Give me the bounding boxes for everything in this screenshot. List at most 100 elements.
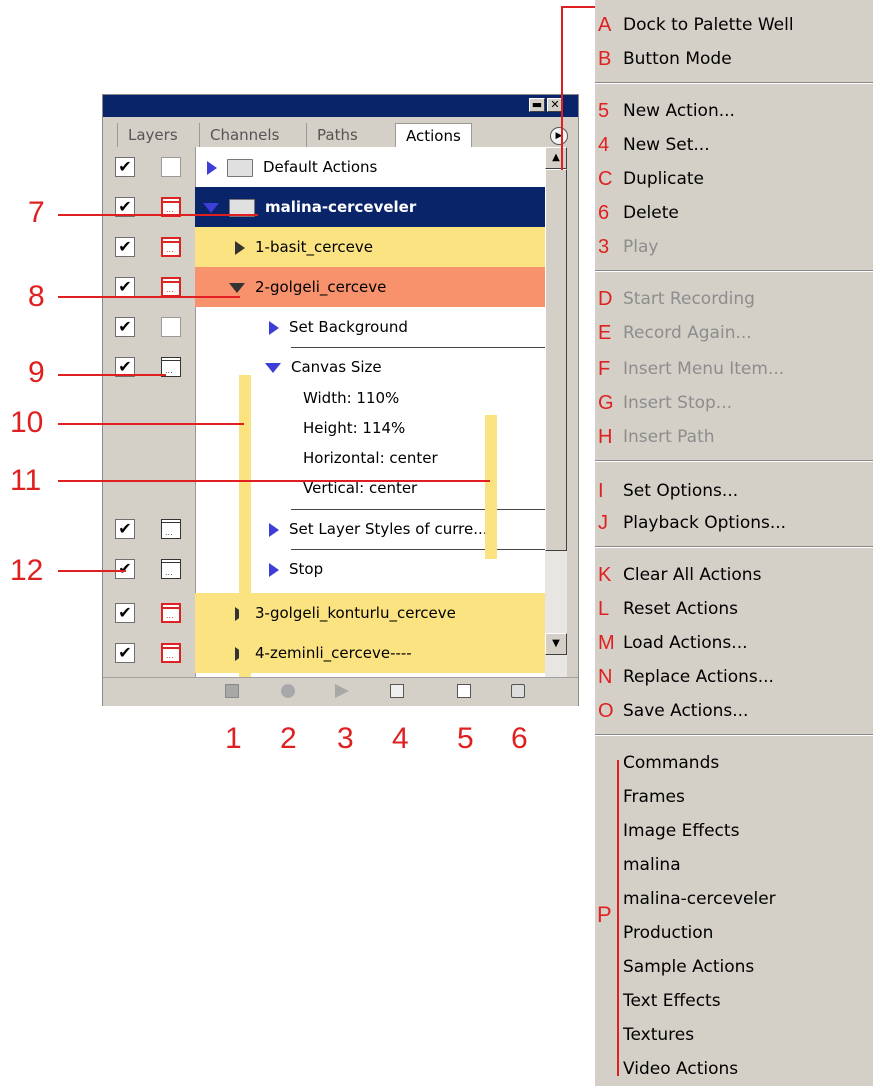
palette-bottom-toolbar bbox=[103, 677, 578, 706]
tab-layers[interactable]: Layers bbox=[117, 123, 188, 147]
action-set-default[interactable]: ✔ Default Actions bbox=[103, 147, 545, 187]
new-set-icon[interactable] bbox=[390, 684, 404, 698]
tab-channels[interactable]: Channels bbox=[199, 123, 289, 147]
action-set-malina[interactable]: ✔ ... malina-cerceveler bbox=[103, 187, 545, 227]
stop-icon[interactable] bbox=[225, 684, 239, 698]
menu-set-item[interactable]: Production bbox=[623, 916, 713, 950]
menu-item-playback-options[interactable]: J Playback Options... bbox=[595, 506, 873, 540]
menu-set-item[interactable]: Frames bbox=[623, 780, 685, 814]
item-checkbox[interactable]: ✔ bbox=[115, 559, 135, 579]
tab-actions[interactable]: Actions bbox=[395, 123, 472, 147]
menu-item-load-actions[interactable]: M Load Actions... bbox=[595, 626, 873, 660]
expand-triangle-icon[interactable] bbox=[235, 240, 245, 255]
command-label: Set Layer Styles of curre... bbox=[289, 520, 488, 538]
new-action-icon[interactable] bbox=[457, 684, 471, 698]
command-item[interactable]: ✔ ... Canvas Size bbox=[103, 347, 545, 387]
menu-set-item[interactable]: Text Effects bbox=[623, 984, 721, 1018]
dialog-toggle[interactable]: ... bbox=[161, 277, 181, 297]
menu-letter: G bbox=[598, 392, 614, 414]
menu-set-item[interactable]: Textures bbox=[623, 1018, 694, 1052]
minimize-button[interactable]: ▬ bbox=[529, 98, 545, 112]
menu-set-item[interactable]: malina bbox=[623, 848, 681, 882]
dialog-toggle[interactable] bbox=[161, 317, 181, 337]
annotation-line bbox=[58, 214, 258, 216]
menu-item-reset-actions[interactable]: L Reset Actions bbox=[595, 592, 873, 626]
vertical-scrollbar[interactable]: ▲ ▼ bbox=[545, 147, 567, 677]
expand-triangle-icon[interactable] bbox=[207, 160, 217, 175]
menu-item-insert-stop: G Insert Stop... bbox=[595, 386, 873, 420]
menu-letter: J bbox=[598, 512, 608, 534]
menu-item-clear-all-actions[interactable]: K Clear All Actions bbox=[595, 558, 873, 592]
menu-letter: N bbox=[598, 666, 613, 688]
dialog-toggle[interactable] bbox=[161, 157, 181, 177]
menu-set-item[interactable]: Image Effects bbox=[623, 814, 739, 848]
menu-item-insert-path: H Insert Path bbox=[595, 420, 873, 454]
scroll-up-button[interactable]: ▲ bbox=[545, 147, 567, 169]
command-item[interactable]: ✔ Set Background bbox=[103, 307, 545, 347]
collapse-triangle-icon[interactable] bbox=[265, 362, 281, 373]
trash-icon[interactable] bbox=[511, 684, 525, 698]
item-checkbox[interactable]: ✔ bbox=[115, 317, 135, 337]
param-label: Width: 110% bbox=[303, 389, 400, 407]
record-icon[interactable] bbox=[281, 684, 295, 698]
item-checkbox[interactable]: ✔ bbox=[115, 277, 135, 297]
item-checkbox[interactable]: ✔ bbox=[115, 237, 135, 257]
expand-triangle-icon[interactable] bbox=[269, 320, 279, 335]
collapse-triangle-icon[interactable] bbox=[203, 202, 219, 213]
menu-letter: I bbox=[598, 480, 604, 502]
expand-triangle-icon[interactable] bbox=[269, 562, 279, 577]
param-label: Height: 114% bbox=[303, 419, 406, 437]
menu-label: Set Options... bbox=[623, 481, 739, 501]
menu-item-set-options[interactable]: I Set Options... bbox=[595, 474, 873, 508]
annotation-6: 6 bbox=[511, 722, 528, 755]
menu-label: New Set... bbox=[623, 135, 710, 155]
command-item[interactable]: ✔ ... Set Layer Styles of curre... bbox=[103, 509, 545, 549]
annotation-4: 4 bbox=[392, 722, 409, 755]
annotation-7: 7 bbox=[28, 196, 45, 229]
menu-label: Dock to Palette Well bbox=[623, 15, 794, 35]
dialog-toggle[interactable]: ... bbox=[161, 237, 181, 257]
command-item[interactable]: ✔ ... Stop bbox=[103, 549, 545, 589]
annotation-line bbox=[58, 570, 126, 572]
menu-label: Reset Actions bbox=[623, 599, 738, 619]
action-item[interactable]: ✔ ... 4-zeminli_cerceve---- bbox=[103, 633, 545, 673]
menu-set-item[interactable]: malina-cerceveler bbox=[623, 882, 776, 916]
play-icon[interactable] bbox=[335, 684, 349, 698]
dialog-toggle[interactable]: ... bbox=[161, 603, 181, 623]
menu-label: Insert Menu Item... bbox=[623, 359, 785, 379]
dialog-toggle[interactable]: ... bbox=[161, 559, 181, 579]
item-checkbox[interactable]: ✔ bbox=[115, 519, 135, 539]
menu-set-item[interactable]: Video Actions bbox=[623, 1052, 738, 1086]
action-item[interactable]: ✔ ... 2-golgeli_cerceve bbox=[103, 267, 545, 307]
action-item[interactable]: ✔ ... 3-golgeli_konturlu_cerceve bbox=[103, 593, 545, 633]
command-label: Stop bbox=[289, 560, 324, 578]
action-item[interactable]: ✔ ... 1-basit_cerceve bbox=[103, 227, 545, 267]
menu-item-new-action[interactable]: 5 New Action... bbox=[595, 94, 873, 128]
menu-item-play: 3 Play bbox=[595, 230, 873, 264]
expand-triangle-icon[interactable] bbox=[269, 522, 279, 537]
menu-label: Playback Options... bbox=[623, 513, 787, 533]
item-checkbox[interactable]: ✔ bbox=[115, 603, 135, 623]
item-checkbox[interactable]: ✔ bbox=[115, 643, 135, 663]
item-checkbox[interactable]: ✔ bbox=[115, 157, 135, 177]
menu-item-duplicate[interactable]: C Duplicate bbox=[595, 162, 873, 196]
menu-item-new-set[interactable]: 4 New Set... bbox=[595, 128, 873, 162]
scroll-thumb[interactable] bbox=[545, 169, 567, 551]
menu-label: Button Mode bbox=[623, 49, 732, 69]
menu-label: Insert Stop... bbox=[623, 393, 733, 413]
menu-set-item[interactable]: Commands bbox=[623, 746, 719, 780]
palette-menu-button[interactable]: ▶ bbox=[550, 127, 568, 145]
menu-item-save-actions[interactable]: O Save Actions... bbox=[595, 694, 873, 728]
menu-item-delete[interactable]: 6 Delete bbox=[595, 196, 873, 230]
tab-paths[interactable]: Paths bbox=[306, 123, 368, 147]
scroll-down-button[interactable]: ▼ bbox=[545, 633, 567, 655]
menu-item-dock-to-palette-well[interactable]: A Dock to Palette Well bbox=[595, 8, 873, 42]
dialog-toggle[interactable]: ... bbox=[161, 519, 181, 539]
dialog-toggle[interactable]: ... bbox=[161, 643, 181, 663]
menu-item-replace-actions[interactable]: N Replace Actions... bbox=[595, 660, 873, 694]
collapse-triangle-icon[interactable] bbox=[229, 282, 245, 293]
menu-set-item[interactable]: Sample Actions bbox=[623, 950, 754, 984]
annotation-line bbox=[58, 296, 240, 298]
palette-flyout-menu: A Dock to Palette Well B Button Mode 5 New … bbox=[595, 0, 873, 1086]
menu-item-button-mode[interactable]: B Button Mode bbox=[595, 42, 873, 76]
